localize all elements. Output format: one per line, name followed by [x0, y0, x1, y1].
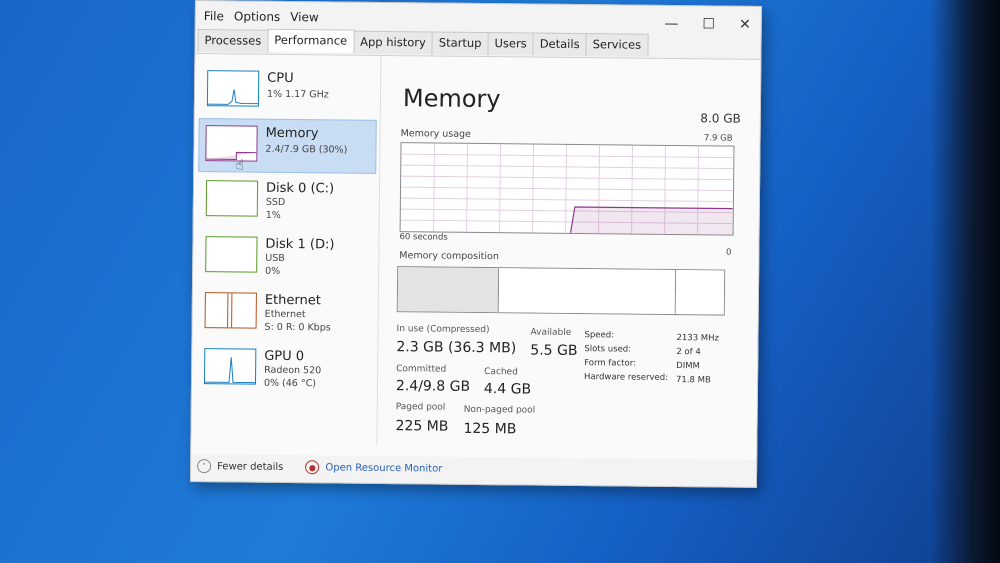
disk-0-thumbnail-graph: [205, 180, 259, 217]
non-paged-pool-value: 125 MB: [463, 420, 517, 438]
ethernet-type: Ethernet: [264, 308, 306, 321]
cached-label: Cached: [484, 367, 518, 378]
tab-details[interactable]: Details: [532, 32, 587, 57]
tab-app-history[interactable]: App history: [353, 30, 433, 55]
available-value: 5.5 GB: [530, 342, 578, 360]
composition-in-use: [397, 267, 500, 313]
resource-monitor-icon[interactable]: ●: [305, 460, 320, 475]
disk-1-usage: 0%: [265, 265, 281, 277]
speed-value: 2133 MHz: [676, 333, 720, 344]
disk-0-title: Disk 0 (C:): [265, 180, 335, 197]
menu-view[interactable]: View: [290, 10, 319, 24]
sidebar-item-memory[interactable]: Memory 2.4/7.9 GB (30%) ☝: [198, 118, 377, 174]
sidebar-item-gpu-0[interactable]: GPU 0 Radeon 520 0% (46 °C): [198, 342, 377, 396]
tab-processes[interactable]: Processes: [197, 29, 269, 53]
minimize-icon[interactable]: —: [664, 16, 678, 32]
cpu-title: CPU: [267, 70, 294, 87]
memory-usage: 2.4/7.9 GB (30%): [265, 143, 348, 156]
disk-0-type: SSD: [265, 196, 286, 208]
sidebar-item-disk-1[interactable]: Disk 1 (D:) USB 0%: [199, 230, 378, 284]
gpu-thumbnail-graph: [203, 348, 257, 385]
disk-1-thumbnail-graph: [205, 236, 258, 273]
graph-zero-label: 0: [725, 247, 732, 258]
menu-options[interactable]: Options: [234, 9, 280, 23]
sidebar-item-cpu[interactable]: CPU 1% 1.17 GHz: [201, 64, 380, 118]
memory-thumbnail-graph: [205, 125, 258, 162]
cpu-thumbnail-graph: [206, 70, 260, 107]
gpu-model: Radeon 520: [264, 364, 322, 377]
task-manager-window: File Options View — ☐ ✕ Processes Perfor…: [189, 0, 762, 488]
resource-sidebar: CPU 1% 1.17 GHz Memory 2.4/7.9 GB (30%) …: [191, 54, 382, 446]
available-label: Available: [530, 327, 572, 338]
slots-used-value: 2 of 4: [676, 347, 701, 358]
memory-title: Memory: [265, 125, 319, 142]
hand-cursor-icon: ☝: [235, 157, 244, 174]
ethernet-throughput: S: 0 R: 0 Kbps: [264, 321, 331, 334]
in-use-label: In use (Compressed): [396, 324, 490, 336]
fewer-details-link[interactable]: Fewer details: [217, 461, 283, 473]
composition-standby: [498, 268, 677, 315]
close-icon[interactable]: ✕: [739, 17, 751, 33]
time-span-label: 60 seconds: [399, 232, 448, 243]
open-resource-monitor-link[interactable]: Open Resource Monitor: [325, 462, 442, 474]
cached-value: 4.4 GB: [483, 381, 532, 398]
chevron-up-icon[interactable]: ˄: [197, 459, 212, 474]
in-use-value: 2.3 GB (36.3 MB): [396, 339, 517, 357]
memory-usage-label: Memory usage: [400, 128, 471, 140]
committed-value: 2.4/9.8 GB: [395, 378, 471, 395]
tab-startup[interactable]: Startup: [431, 31, 489, 56]
paged-pool-label: Paged pool: [395, 402, 446, 413]
speed-label: Speed:: [584, 330, 615, 341]
form-factor-label: Form factor:: [584, 358, 637, 369]
sidebar-item-disk-0[interactable]: Disk 0 (C:) SSD 1%: [200, 174, 379, 228]
performance-pane: CPU 1% 1.17 GHz Memory 2.4/7.9 GB (30%) …: [191, 53, 761, 460]
memory-usage-max: 7.9 GB: [703, 133, 733, 144]
page-title: Memory: [402, 84, 501, 114]
gpu-usage: 0% (46 °C): [263, 377, 317, 390]
disk-0-usage: 1%: [265, 209, 281, 221]
gpu-title: GPU 0: [264, 348, 305, 365]
memory-total: 8.0 GB: [700, 111, 741, 126]
committed-label: Committed: [396, 364, 447, 375]
memory-detail-panel: Memory 8.0 GB Memory usage 7.9 GB 60 sec…: [391, 56, 755, 450]
composition-free: [675, 270, 725, 315]
disk-1-type: USB: [265, 252, 285, 264]
memory-composition-label: Memory composition: [399, 250, 499, 263]
ethernet-title: Ethernet: [264, 292, 321, 309]
tab-services[interactable]: Services: [585, 33, 649, 57]
non-paged-pool-label: Non-paged pool: [463, 404, 536, 416]
cpu-usage: 1% 1.17 GHz: [266, 88, 329, 101]
sidebar-item-ethernet[interactable]: Ethernet Ethernet S: 0 R: 0 Kbps: [198, 286, 377, 340]
paged-pool-value: 225 MB: [395, 418, 449, 435]
disk-1-title: Disk 1 (D:): [265, 236, 335, 253]
slots-used-label: Slots used:: [584, 344, 632, 355]
form-factor-value: DIMM: [676, 361, 700, 372]
maximize-icon[interactable]: ☐: [702, 16, 715, 32]
memory-composition-bar: [396, 266, 726, 316]
hardware-reserved-value: 71.8 MB: [675, 375, 711, 386]
menu-file[interactable]: File: [204, 9, 224, 23]
tab-performance[interactable]: Performance: [267, 28, 355, 53]
tab-bar: Processes Performance App history Startu…: [197, 28, 649, 57]
tab-users[interactable]: Users: [487, 32, 534, 56]
ethernet-thumbnail-graph: [204, 292, 257, 329]
menu-bar: File Options View: [204, 9, 319, 24]
window-controls: — ☐ ✕: [664, 16, 750, 33]
hardware-reserved-label: Hardware reserved:: [584, 372, 669, 383]
memory-usage-svg: [400, 143, 734, 235]
memory-usage-graph: [399, 142, 735, 236]
footer-bar: ˄ Fewer details ● Open Resource Monitor: [197, 459, 442, 476]
monitor-bezel: [930, 0, 1000, 563]
